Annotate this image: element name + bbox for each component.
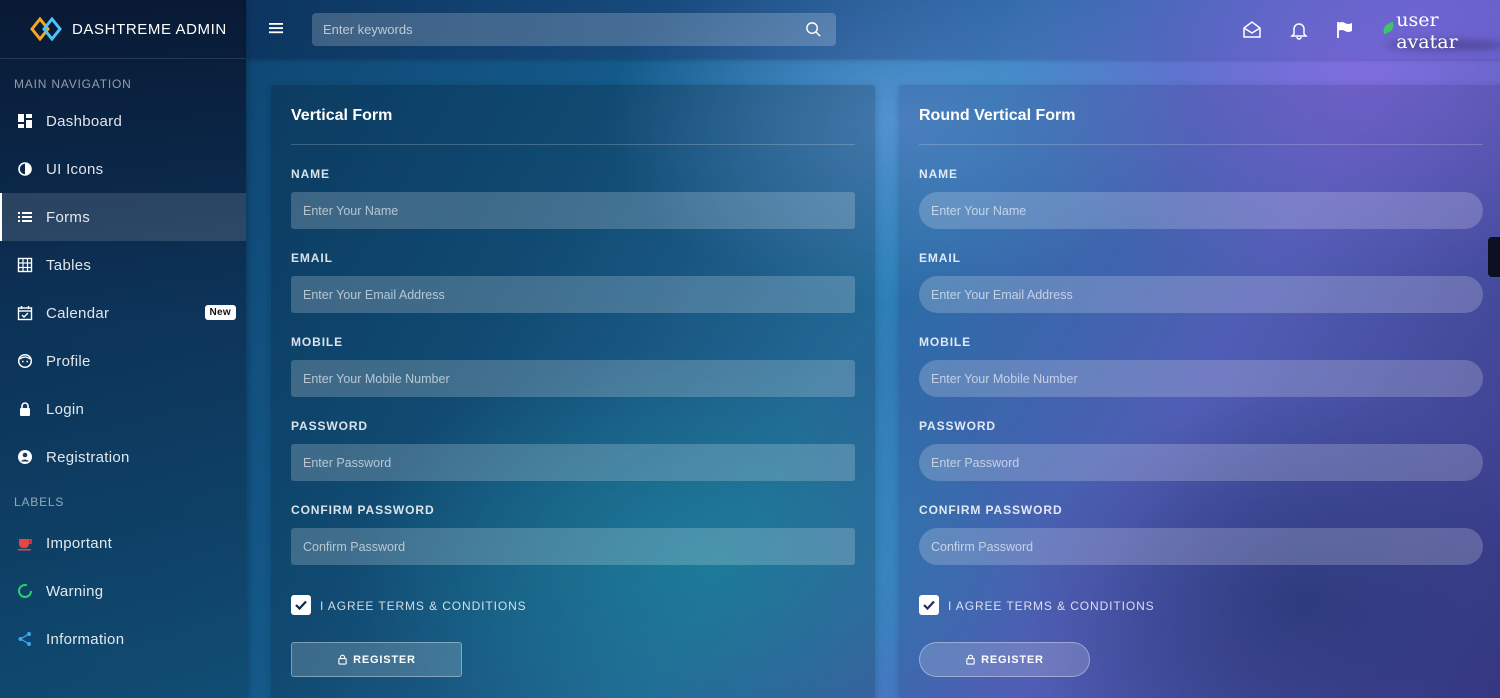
register-button-label: REGISTER: [981, 653, 1044, 666]
sidebar-item-ui-icons[interactable]: UI Icons: [0, 145, 246, 193]
new-badge: New: [204, 305, 236, 320]
bell-icon[interactable]: [1289, 20, 1309, 40]
name-input[interactable]: [919, 192, 1483, 229]
checkmark-icon: [295, 600, 307, 611]
lock-icon: [16, 400, 34, 418]
sidebar-item-label: Calendar: [46, 304, 110, 322]
checkmark-icon: [923, 600, 935, 611]
email-field-wrapper: [919, 276, 1483, 313]
mobile-input[interactable]: [291, 360, 855, 397]
name-input[interactable]: [291, 192, 855, 229]
email-input[interactable]: [291, 276, 855, 313]
mobile-label: MOBILE: [919, 335, 972, 349]
brand-name: DASHTREME ADMIN: [72, 20, 227, 38]
confirm-password-label: CONFIRM PASSWORD: [291, 503, 435, 517]
password-label: PASSWORD: [919, 419, 996, 433]
sidebar-item-profile[interactable]: Profile: [0, 337, 246, 385]
mobile-field-wrapper: [919, 360, 1483, 397]
search-box: [312, 13, 836, 46]
register-button-label: REGISTER: [353, 653, 416, 666]
email-label: EMAIL: [291, 251, 333, 265]
sidebar-item-label: Registration: [46, 448, 130, 466]
sidebar-item-important[interactable]: Important: [0, 519, 246, 567]
avatar-broken-image-icon: [1380, 21, 1397, 35]
card-title: Vertical Form: [291, 107, 393, 124]
mobile-label: MOBILE: [291, 335, 344, 349]
calendar-check-icon: [16, 304, 34, 322]
lock-icon: [966, 654, 975, 665]
confirm-password-input[interactable]: [291, 528, 855, 565]
card-divider: [291, 144, 855, 145]
sidebar-item-dashboard[interactable]: Dashboard: [0, 97, 246, 145]
sidebar-item-label: Important: [46, 534, 113, 552]
password-field-wrapper: [919, 444, 1483, 481]
confirm-password-input[interactable]: [919, 528, 1483, 565]
main-navigation-header: MAIN NAVIGATION: [14, 77, 132, 91]
sidebar-item-label: Tables: [46, 256, 92, 274]
agree-terms-checkbox[interactable]: [919, 595, 939, 615]
agree-terms-label[interactable]: I AGREE TERMS & CONDITIONS: [320, 599, 527, 613]
register-button[interactable]: REGISTER: [919, 642, 1090, 677]
sidebar-item-login[interactable]: Login: [0, 385, 246, 433]
sidebar-item-label: Dashboard: [46, 112, 123, 130]
round-vertical-form-card: Round Vertical Form NAME EMAIL MOBILE PA…: [899, 85, 1500, 698]
sidebar-item-label: UI Icons: [46, 160, 104, 178]
lock-icon: [338, 654, 347, 665]
brand-logo-icon: [30, 16, 62, 42]
search-icon[interactable]: [805, 21, 822, 38]
search-input[interactable]: [312, 13, 836, 46]
name-field-wrapper: [919, 192, 1483, 229]
password-label: PASSWORD: [291, 419, 368, 433]
share-icon: [16, 630, 34, 648]
labels-header: LABELS: [14, 495, 65, 509]
sidebar-item-label: Information: [46, 630, 125, 648]
name-label: NAME: [919, 167, 958, 181]
avatar-alt-text: user avatar: [1396, 9, 1458, 53]
avatar[interactable]: user avatar: [1380, 9, 1500, 53]
password-input[interactable]: [291, 444, 855, 481]
sidebar-item-registration[interactable]: Registration: [0, 433, 246, 481]
list-icon: [16, 208, 34, 226]
menu-toggle-icon[interactable]: [268, 20, 284, 36]
flag-icon[interactable]: [1335, 20, 1355, 40]
sidebar-item-warning[interactable]: Warning: [0, 567, 246, 615]
mobile-input[interactable]: [919, 360, 1483, 397]
sidebar-item-label: Profile: [46, 352, 91, 370]
sidebar-item-forms[interactable]: Forms: [0, 193, 246, 241]
mobile-field-wrapper: [291, 360, 855, 397]
sidebar-item-label: Forms: [46, 208, 90, 226]
register-button[interactable]: REGISTER: [291, 642, 462, 677]
confirm-password-field-wrapper: [919, 528, 1483, 565]
face-icon: [16, 352, 34, 370]
email-field-wrapper: [291, 276, 855, 313]
grid-icon: [16, 256, 34, 274]
coffee-icon: [16, 534, 34, 552]
topbar: user avatar: [246, 0, 1500, 59]
vertical-form-card: Vertical Form NAME EMAIL MOBILE PASSWORD…: [271, 85, 875, 698]
agree-terms-checkbox[interactable]: [291, 595, 311, 615]
confirm-password-field-wrapper: [291, 528, 855, 565]
brand[interactable]: DASHTREME ADMIN: [0, 0, 246, 59]
card-divider: [919, 144, 1483, 145]
password-field-wrapper: [291, 444, 855, 481]
confirm-password-label: CONFIRM PASSWORD: [919, 503, 1063, 517]
agree-terms-label[interactable]: I AGREE TERMS & CONDITIONS: [948, 599, 1155, 613]
name-field-wrapper: [291, 192, 855, 229]
contrast-icon: [16, 160, 34, 178]
name-label: NAME: [291, 167, 330, 181]
sidebar-item-label: Login: [46, 400, 85, 418]
card-title: Round Vertical Form: [919, 107, 1076, 124]
sidebar-item-tables[interactable]: Tables: [0, 241, 246, 289]
envelope-open-icon[interactable]: [1242, 20, 1262, 40]
spinner-icon: [16, 582, 34, 600]
email-input[interactable]: [919, 276, 1483, 313]
email-label: EMAIL: [919, 251, 961, 265]
sidebar-item-label: Warning: [46, 582, 104, 600]
password-input[interactable]: [919, 444, 1483, 481]
sidebar-item-information[interactable]: Information: [0, 615, 246, 663]
sidebar: DASHTREME ADMIN MAIN NAVIGATION Dashboar…: [0, 0, 246, 698]
dashboard-icon: [16, 112, 34, 130]
sidebar-item-calendar[interactable]: Calendar New: [0, 289, 246, 337]
account-circle-icon: [16, 448, 34, 466]
